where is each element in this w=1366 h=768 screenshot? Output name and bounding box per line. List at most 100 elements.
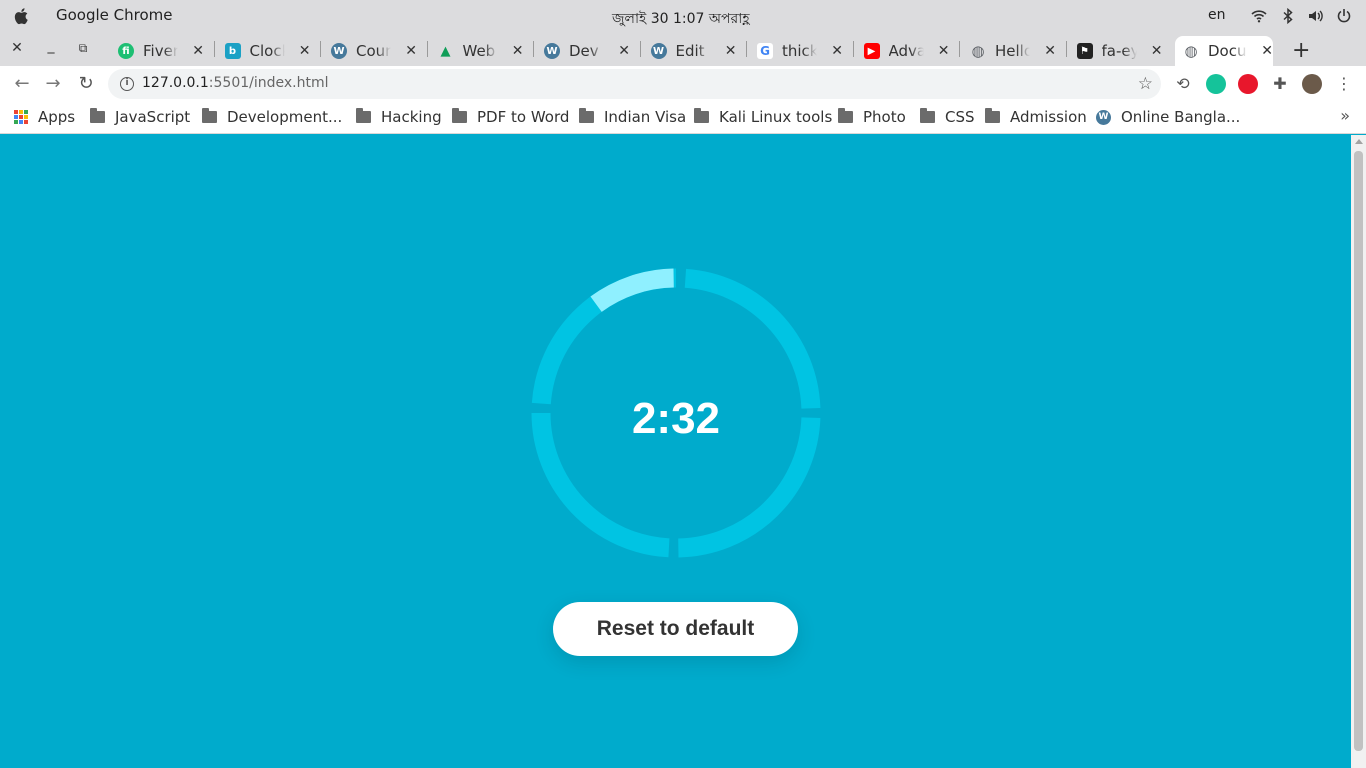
tab-separator (320, 41, 321, 57)
bookmark-item[interactable]: Kali Linux tools (694, 108, 832, 126)
bookmark-label: Kali Linux tools (719, 108, 833, 126)
wifi-icon[interactable] (1251, 8, 1267, 24)
tab-0[interactable]: fi Fiverr ✕ (110, 36, 204, 66)
tab-1[interactable]: b Clock ✕ (217, 36, 311, 66)
scrollbar[interactable] (1351, 135, 1366, 768)
bookmark-item[interactable]: Indian Visa (579, 108, 686, 126)
bookmark-item[interactable]: W Online Bangla... (1096, 108, 1240, 126)
tab-close-icon[interactable]: ✕ (299, 43, 311, 59)
tab-9[interactable]: ⚑ fa-eye ✕ (1069, 36, 1163, 66)
tab-close-icon[interactable]: ✕ (618, 43, 630, 59)
folder-icon (694, 108, 709, 123)
tab-close-icon[interactable]: ✕ (725, 43, 737, 59)
folder-icon (985, 108, 1000, 123)
forward-arrow-icon[interactable]: → (43, 74, 63, 94)
os-app-name[interactable]: Google Chrome (56, 6, 173, 24)
timer-display: 2:32 (631, 394, 721, 443)
bookmark-item[interactable]: Photo (838, 108, 906, 126)
bookmark-item[interactable]: JavaScript (90, 108, 190, 126)
tab-close-icon[interactable]: ✕ (512, 43, 524, 59)
back-arrow-icon[interactable]: ← (12, 74, 32, 94)
tab-close-icon[interactable]: ✕ (192, 43, 204, 59)
restore-window-icon[interactable]: ⧉ (75, 40, 91, 56)
tab-separator (639, 41, 641, 57)
tab-title: Hello, (995, 42, 1031, 60)
tab-2[interactable]: W Count ✕ (323, 36, 417, 66)
tab-3[interactable]: ▲ Web D ✕ (430, 36, 524, 66)
tab-10[interactable]: ◍ Docur ✕ (1175, 36, 1273, 66)
bluetooth-icon[interactable] (1280, 8, 1296, 24)
bookmark-label: Photo (863, 108, 906, 126)
tab-close-icon[interactable]: ✕ (1151, 43, 1163, 59)
timer-ring-segment (684, 268, 821, 409)
scroll-up-arrow-icon[interactable] (1355, 139, 1363, 144)
info-icon[interactable]: i (120, 77, 134, 91)
bookmark-item[interactable]: PDF to Word (452, 108, 569, 126)
minimize-window-icon[interactable]: _ (43, 38, 59, 54)
tab-7[interactable]: ▶ Advan ✕ (856, 36, 950, 66)
tab-title: Dev Si (569, 42, 605, 60)
google-icon: G (757, 43, 773, 59)
new-tab-button[interactable]: + (1292, 38, 1310, 63)
tab-4[interactable]: W Dev Si ✕ (536, 36, 630, 66)
history-icon[interactable]: ⟲ (1173, 74, 1193, 94)
close-window-icon[interactable]: ✕ (9, 40, 25, 56)
tab-separator (426, 41, 428, 57)
wordpress-icon: W (331, 43, 347, 59)
tab-title: Clock (250, 42, 285, 60)
tab-title: Edit Pa (676, 42, 711, 60)
avatar[interactable] (1302, 74, 1322, 94)
google-drive-icon: ▲ (440, 43, 451, 59)
power-icon[interactable] (1336, 8, 1352, 24)
bookmark-label: JavaScript (115, 108, 191, 126)
apple-icon[interactable] (12, 6, 32, 26)
bookmark-item[interactable]: Admission (985, 108, 1087, 126)
bookmark-label: Online Bangla... (1121, 108, 1241, 126)
grammarly-icon[interactable] (1206, 74, 1226, 94)
os-language-indicator[interactable]: en (1208, 7, 1226, 23)
tab-separator (213, 41, 215, 57)
wordpress-icon: W (650, 43, 667, 59)
extensions-puzzle-icon[interactable]: ✚ (1270, 74, 1290, 94)
tab-close-icon[interactable]: ✕ (938, 43, 950, 59)
volume-icon[interactable] (1307, 8, 1323, 24)
reset-button[interactable]: Reset to default (553, 602, 798, 656)
bookmarks-more-icon[interactable]: » (1340, 106, 1350, 125)
reload-icon[interactable]: ↻ (76, 74, 96, 94)
url-path: :5501/index.html (208, 75, 329, 91)
apps-grid-icon (14, 110, 28, 124)
tab-separator (746, 41, 747, 57)
wordpress-icon: W (544, 43, 560, 59)
os-clock[interactable]: জুলাই 30 1:07 অপরাহ্ণ (612, 7, 750, 31)
tab-title: Advan (888, 42, 924, 60)
tab-title: Web D (463, 42, 498, 60)
folder-icon (579, 108, 594, 123)
tab-title: Count (356, 42, 392, 60)
tab-close-icon[interactable]: ✕ (405, 43, 417, 59)
bookmark-item[interactable]: Development... (202, 108, 342, 126)
tab-separator (959, 41, 960, 57)
bookmark-item[interactable]: Hacking (356, 108, 442, 126)
tab-title: Fiverr (143, 42, 179, 60)
folder-icon (202, 108, 217, 123)
tab-8[interactable]: ◍ Hello, ✕ (962, 36, 1056, 66)
tab-6[interactable]: Gthick r ✕ (749, 36, 843, 66)
bookmark-star-icon[interactable]: ☆ (1138, 74, 1153, 94)
scrollbar-thumb[interactable] (1354, 151, 1363, 751)
folder-icon (838, 108, 853, 123)
bookmark-item[interactable]: CSS (920, 108, 975, 126)
tab-5[interactable]: W Edit Pa ✕ (643, 36, 737, 66)
bookmark-label: Apps (38, 108, 76, 126)
tab-close-icon[interactable]: ✕ (1044, 43, 1056, 59)
folder-icon (452, 108, 467, 123)
bookmark-item[interactable]: Apps (14, 108, 75, 126)
url-text[interactable]: 127.0.0.1:5501/index.html (142, 75, 329, 91)
menu-kebab-icon[interactable]: ⋮ (1334, 74, 1354, 94)
bookmark-label: Indian Visa (604, 108, 687, 126)
tab-close-icon[interactable]: ✕ (1261, 43, 1273, 59)
url-host: 127.0.0.1 (142, 75, 209, 91)
adblock-icon[interactable] (1238, 74, 1258, 94)
address-bar[interactable]: i 127.0.0.1:5501/index.html ☆ (108, 69, 1161, 99)
tab-close-icon[interactable]: ✕ (831, 43, 843, 59)
timer-progress-arc (590, 268, 675, 312)
